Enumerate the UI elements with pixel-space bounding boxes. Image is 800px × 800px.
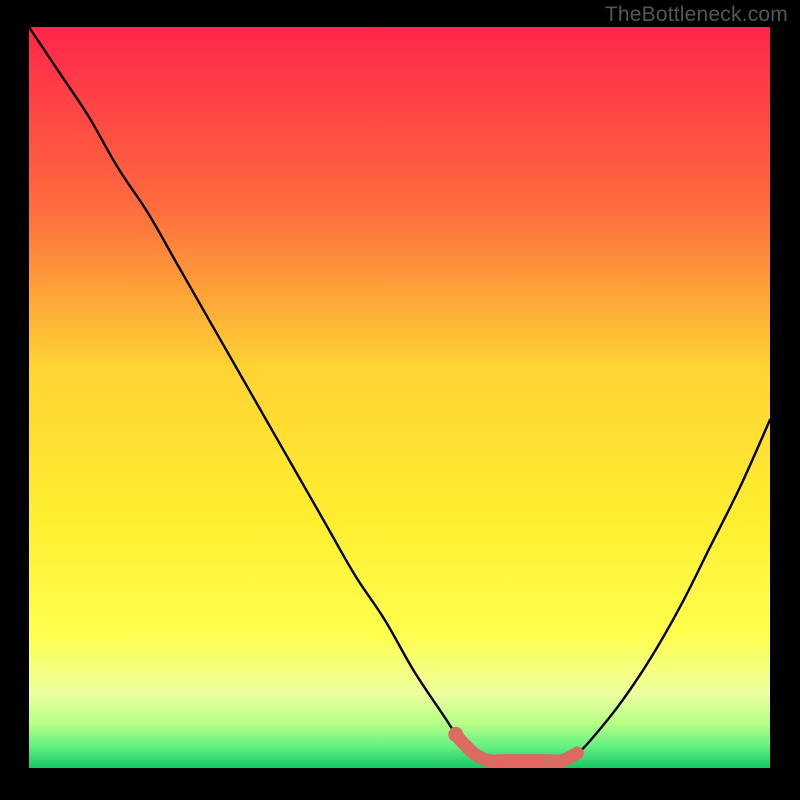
watermark-text: TheBottleneck.com xyxy=(605,3,788,27)
chart-stage: { "watermark": "TheBottleneck.com", "col… xyxy=(0,0,800,800)
plot-area xyxy=(29,27,770,768)
bottleneck-chart xyxy=(0,0,800,800)
optimal-range-start xyxy=(448,727,463,742)
